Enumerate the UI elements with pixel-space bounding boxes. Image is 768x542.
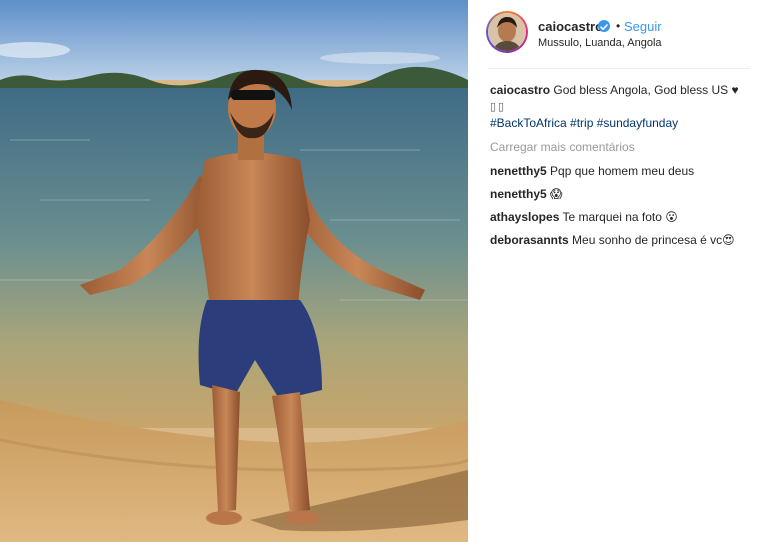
comment-username[interactable]: deborasannts xyxy=(490,233,569,247)
beach-photo-illustration xyxy=(0,0,468,542)
hashtag-trip[interactable]: #trip xyxy=(570,116,593,130)
load-more-comments-button[interactable]: Carregar mais comentários xyxy=(490,139,752,155)
comment-text: 😱 xyxy=(550,187,563,201)
comment-text: Pqp que homem meu deus xyxy=(550,164,695,178)
comments-section: caiocastro God bless Angola, God bless U… xyxy=(490,82,752,255)
post-location[interactable]: Mussulo, Luanda, Angola xyxy=(538,37,662,49)
hashtag-backtoafrica[interactable]: #BackToAfrica xyxy=(490,116,567,130)
caption-username[interactable]: caiocastro xyxy=(490,83,550,97)
comment-item: nenetthy5 😱 xyxy=(490,186,752,202)
verified-badge-icon xyxy=(598,20,610,32)
avatar-image xyxy=(488,13,526,51)
comment-text: Te marquei na foto 😮 xyxy=(562,210,678,224)
separator-dot: • xyxy=(616,19,621,33)
avatar[interactable] xyxy=(488,13,526,51)
caption: caiocastro God bless Angola, God bless U… xyxy=(490,82,752,131)
post-photo[interactable] xyxy=(0,0,468,542)
hashtag-sundayfunday[interactable]: #sundayfunday xyxy=(597,116,678,130)
check-icon xyxy=(600,24,608,30)
comment-item: deborasannts Meu sonho de princesa é vc😍 xyxy=(490,232,752,248)
comment-username[interactable]: nenetthy5 xyxy=(490,187,547,201)
caption-emoji-placeholder: ▯▯ xyxy=(490,101,507,113)
post-sidebar: caiocastro • Seguir Mussulo, Luanda, Ang… xyxy=(468,0,768,542)
header-divider xyxy=(488,68,750,69)
caption-text: God bless Angola, God bless US ♥ xyxy=(553,83,739,97)
comment-text: Meu sonho de princesa é vc😍 xyxy=(572,233,735,247)
instagram-post: caiocastro • Seguir Mussulo, Luanda, Ang… xyxy=(0,0,768,542)
comment-username[interactable]: athayslopes xyxy=(490,210,559,224)
comment-item: athayslopes Te marquei na foto 😮 xyxy=(490,209,752,225)
post-header: caiocastro • Seguir Mussulo, Luanda, Ang… xyxy=(468,0,768,68)
comment-item: nenetthy5 Pqp que homem meu deus xyxy=(490,163,752,179)
comment-username[interactable]: nenetthy5 xyxy=(490,164,547,178)
follow-button[interactable]: Seguir xyxy=(624,19,662,34)
post-author-username[interactable]: caiocastro xyxy=(538,19,603,34)
avatar-story-ring[interactable] xyxy=(486,11,528,53)
